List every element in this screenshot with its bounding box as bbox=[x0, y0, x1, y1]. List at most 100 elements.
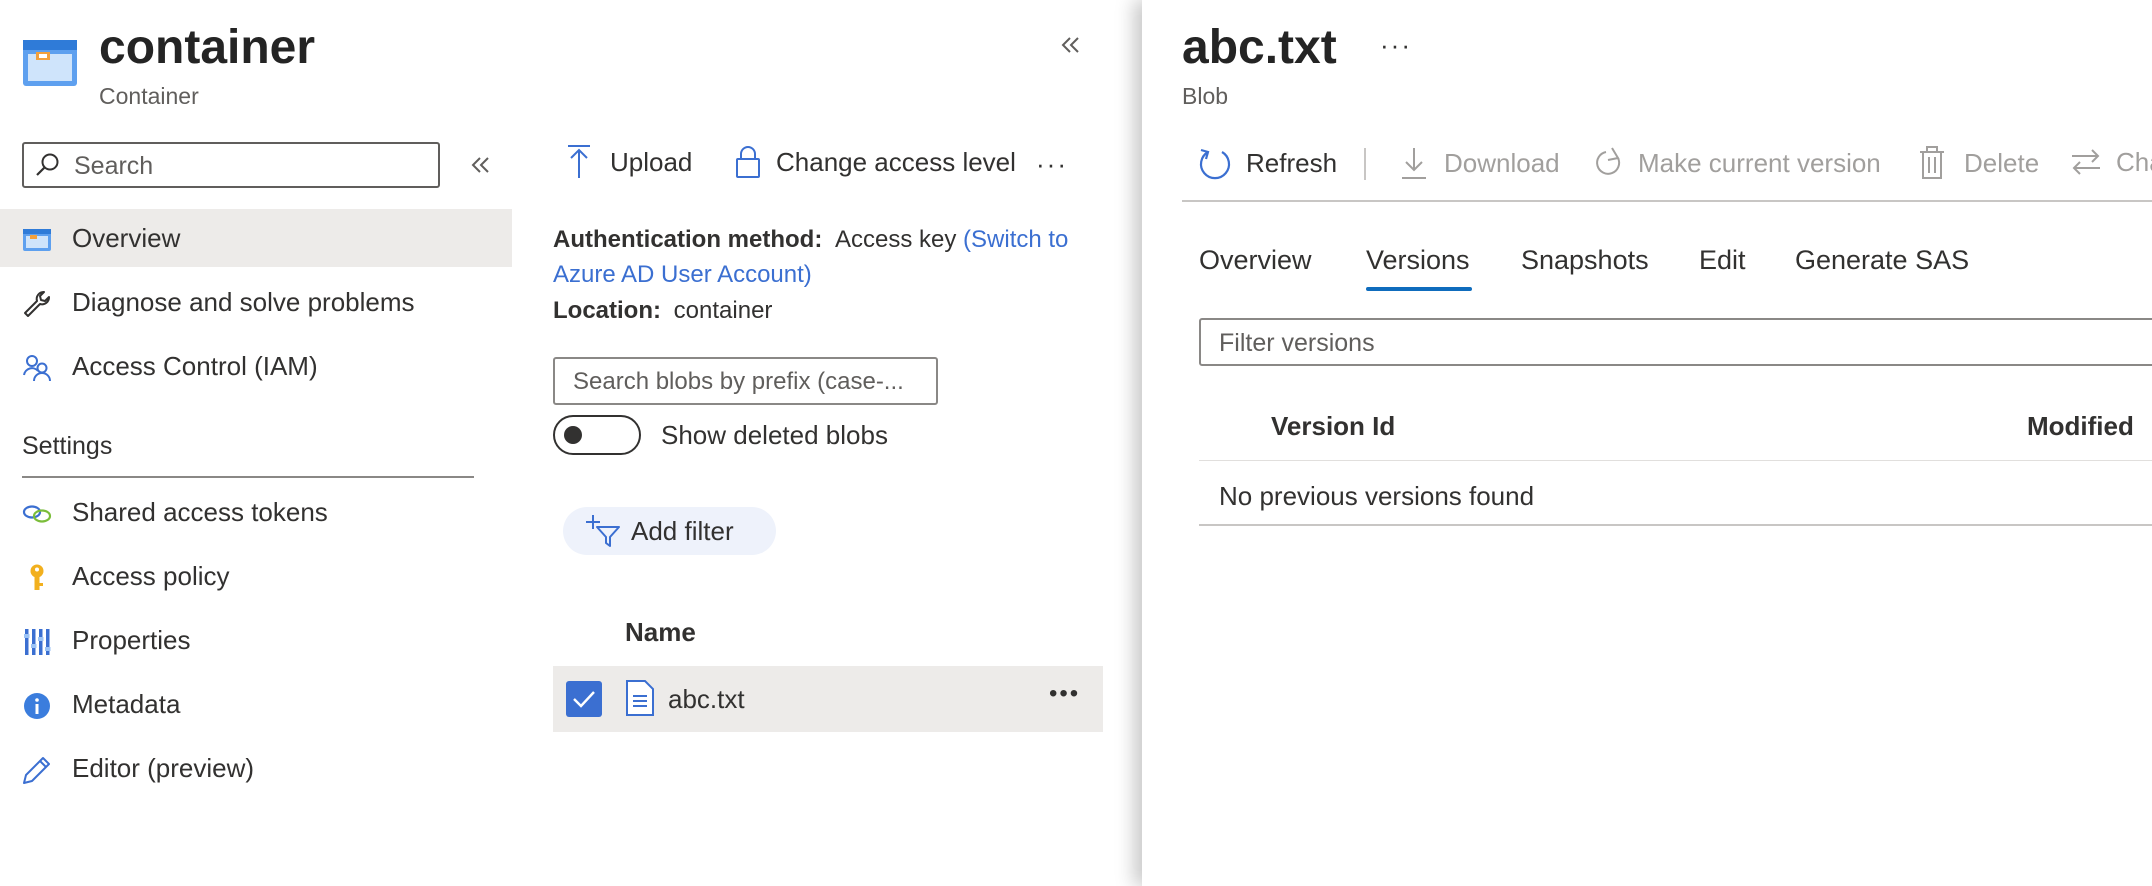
people-icon bbox=[22, 353, 52, 383]
container-title: container bbox=[99, 21, 316, 74]
active-tab-indicator bbox=[1366, 287, 1472, 291]
row-checkbox[interactable] bbox=[566, 681, 602, 717]
container-icon bbox=[22, 225, 52, 255]
container-icon bbox=[22, 38, 78, 88]
download-button[interactable]: Download bbox=[1400, 146, 1560, 180]
sidebar-item-label: Properties bbox=[72, 625, 191, 655]
blob-subtitle: Blob bbox=[1182, 83, 1229, 109]
add-filter-button[interactable]: Add filter bbox=[563, 507, 776, 555]
blob-details-pane: abc.txt ··· Blob Refresh Download Make c… bbox=[1142, 0, 2152, 886]
refresh-icon bbox=[1199, 148, 1231, 180]
version-id-column-header[interactable]: Version Id bbox=[1271, 410, 1395, 442]
container-subtitle: Container bbox=[99, 83, 199, 109]
tab-generate-sas[interactable]: Generate SAS bbox=[1795, 243, 1969, 277]
upload-label: Upload bbox=[610, 147, 693, 177]
auth-method-line: Authentication method: Access key (Switc… bbox=[553, 225, 1068, 255]
sidebar-item-label: Metadata bbox=[72, 689, 181, 719]
empty-versions-message: No previous versions found bbox=[1219, 481, 1535, 511]
sidebar-item-properties[interactable]: Properties bbox=[0, 611, 512, 669]
pencil-icon bbox=[22, 755, 52, 785]
tab-versions[interactable]: Versions bbox=[1366, 243, 1470, 277]
blob-name[interactable]: abc.txt bbox=[668, 683, 745, 715]
tab-overview[interactable]: Overview bbox=[1199, 243, 1312, 277]
sidebar-item-editor[interactable]: Overview Editor (preview) bbox=[0, 739, 512, 797]
change-tier-button[interactable]: Cha bbox=[2070, 146, 2152, 178]
wrench-icon bbox=[22, 289, 52, 319]
blob-search-box[interactable] bbox=[553, 357, 938, 405]
modified-column-header[interactable]: Modified bbox=[2027, 410, 2134, 442]
delete-button[interactable]: Delete bbox=[1918, 146, 2039, 180]
sidebar-item-metadata[interactable]: Metadata bbox=[0, 675, 512, 733]
change-access-level-label: Change access level bbox=[776, 147, 1016, 177]
make-current-version-label: Make current version bbox=[1638, 148, 1881, 178]
refresh-label: Refresh bbox=[1246, 148, 1338, 178]
change-tier-label: Cha bbox=[2116, 147, 2152, 177]
switch-auth-link[interactable]: (Switch to bbox=[963, 226, 1068, 253]
sidebar-item-overview[interactable]: Overview bbox=[0, 209, 512, 267]
sidebar-search-box[interactable] bbox=[22, 142, 440, 188]
location-value: container bbox=[673, 297, 773, 324]
download-label: Download bbox=[1444, 148, 1560, 178]
swap-arrows-icon bbox=[2072, 149, 2100, 175]
add-filter-icon bbox=[586, 515, 620, 547]
sidebar-item-label: Editor (preview) bbox=[72, 753, 255, 783]
table-bottom-border bbox=[1199, 524, 2152, 526]
sidebar-collapse-button[interactable] bbox=[470, 154, 492, 176]
blob-search-input[interactable] bbox=[571, 366, 925, 398]
lock-icon bbox=[736, 146, 760, 178]
add-filter-label: Add filter bbox=[631, 516, 734, 546]
name-column-header[interactable]: Name bbox=[625, 616, 696, 648]
info-icon bbox=[22, 691, 52, 721]
tab-edit[interactable]: Edit bbox=[1699, 243, 1746, 277]
table-header-border bbox=[1199, 460, 2152, 461]
auth-method-value: Access key bbox=[834, 226, 957, 253]
filter-versions-box[interactable] bbox=[1199, 318, 2152, 366]
show-deleted-toggle[interactable] bbox=[553, 415, 641, 455]
sidebar-item-label: Access Control (IAM) bbox=[72, 351, 318, 381]
settings-divider bbox=[22, 476, 474, 478]
sidebar-item-access-policy[interactable]: Access policy bbox=[0, 547, 512, 605]
text-file-icon bbox=[626, 680, 654, 716]
tab-snapshots[interactable]: Snapshots bbox=[1521, 243, 1649, 277]
change-access-level-button[interactable]: Change access level bbox=[734, 144, 1016, 180]
sidebar-item-label: Overview bbox=[72, 223, 181, 253]
properties-bars-icon bbox=[22, 627, 52, 657]
sidebar-item-diagnose[interactable]: Diagnose and solve problems bbox=[0, 273, 512, 331]
sidebar-item-label: Diagnose and solve problems bbox=[72, 287, 415, 317]
double-chevron-left-icon bbox=[1061, 37, 1079, 53]
table-row[interactable]: abc.txt ••• bbox=[553, 666, 1103, 732]
make-current-version-button[interactable]: Make current version bbox=[1594, 146, 1881, 180]
chain-link-icon bbox=[22, 499, 52, 529]
sidebar-item-label: Access policy bbox=[72, 561, 230, 591]
show-deleted-label: Show deleted blobs bbox=[661, 420, 888, 450]
upload-button[interactable]: Upload bbox=[566, 144, 692, 180]
location-label: Location: bbox=[553, 297, 661, 324]
location-line: Location: container bbox=[553, 296, 772, 326]
collapse-pane-button[interactable] bbox=[1060, 34, 1082, 56]
toggle-knob bbox=[564, 426, 582, 444]
auth-method-label: Authentication method: bbox=[553, 226, 823, 253]
more-actions-button[interactable]: ··· bbox=[1036, 148, 1068, 180]
double-chevron-left-icon bbox=[471, 157, 489, 173]
download-icon bbox=[1402, 148, 1426, 179]
trash-icon bbox=[1920, 146, 1944, 179]
toolbar-divider bbox=[1364, 148, 1366, 180]
blob-title: abc.txt bbox=[1182, 21, 1337, 74]
search-icon bbox=[34, 152, 60, 178]
refresh-button[interactable]: Refresh bbox=[1198, 146, 1337, 180]
sidebar-item-iam[interactable]: Access Control (IAM) bbox=[0, 337, 512, 395]
blob-more-button[interactable]: ··· bbox=[1380, 30, 1412, 61]
row-more-button[interactable]: ••• bbox=[1049, 680, 1080, 708]
filter-versions-input[interactable] bbox=[1217, 327, 1821, 359]
settings-heading: Settings bbox=[22, 432, 113, 460]
switch-auth-link-continued[interactable]: Azure AD User Account) bbox=[553, 260, 812, 290]
sidebar-item-shared-access-tokens[interactable]: Shared access tokens bbox=[0, 483, 512, 541]
sidebar-item-label: Shared access tokens bbox=[72, 497, 328, 527]
checkmark-icon bbox=[573, 691, 595, 708]
container-pane: container Container Search Overview Diag… bbox=[0, 0, 1140, 886]
sidebar-search-input[interactable] bbox=[72, 150, 426, 182]
delete-label: Delete bbox=[1964, 148, 2040, 178]
upload-icon bbox=[568, 145, 590, 178]
toolbar-bottom-border bbox=[1182, 200, 2152, 202]
redo-icon bbox=[1596, 147, 1621, 175]
